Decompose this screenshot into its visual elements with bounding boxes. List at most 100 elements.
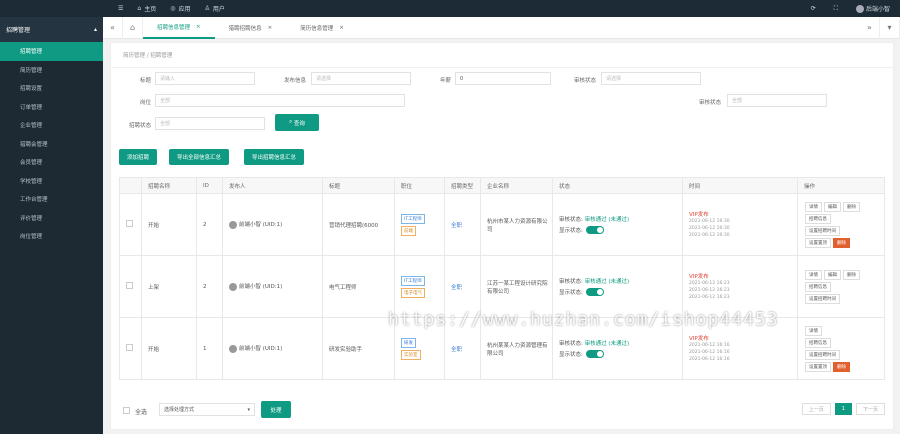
tag: 实验室 (401, 349, 421, 360)
set-time-button[interactable]: 设置招聘时间 (805, 293, 840, 304)
col-name: 招聘名称 (141, 177, 197, 194)
select-all-checkbox[interactable] (123, 407, 130, 414)
home-icon: ⌂ (137, 5, 142, 12)
col-check (119, 177, 142, 194)
cell-title: 电气工程师 (322, 255, 395, 318)
cell-type: 全职 (444, 193, 481, 256)
recruit-info-button[interactable]: 招聘信息 (805, 337, 831, 348)
col-time: 时间 (682, 177, 798, 194)
fullscreen-icon[interactable]: ⛶ (834, 5, 838, 13)
sidebar-item-school[interactable]: 学校管理 (0, 172, 103, 191)
chevron-down-icon: ▾ (247, 406, 250, 413)
cell-status: 审核状态: 审核通过 (未通过) 显示状态: (552, 193, 683, 256)
label-status: 审核状态 (573, 78, 596, 84)
col-status: 状态 (552, 177, 683, 194)
tab-recruit-info[interactable]: 招聘信息管理 × (143, 17, 215, 39)
search-form: 标题 请输入 发布信息 请选择 年薪 0 审核状态 请选择 岗位 全部 审核状态… (111, 68, 893, 148)
tabs-menu-icon[interactable]: ▾ (880, 16, 900, 39)
label-recruiter: 发布信息 (283, 78, 306, 84)
col-publisher: 发布人 (222, 177, 323, 194)
add-recruit-button[interactable]: 添加招聘 (119, 149, 158, 165)
sidebar-item-reviews[interactable]: 评价管理 (0, 209, 103, 228)
detail-button[interactable]: 详情 (805, 201, 822, 212)
sidebar-item-members[interactable]: 会员管理 (0, 153, 103, 172)
review-select[interactable]: 全部 (727, 94, 827, 107)
edit-button[interactable]: 编辑 (824, 269, 841, 280)
cell-ops: 详情 招聘信息 设置招聘时间 设置置顶 删除 (797, 317, 885, 380)
title-input[interactable]: 请输入 (155, 72, 255, 85)
close-icon[interactable]: × (268, 25, 273, 31)
cell-publisher: 前端小智 (UID:1) (222, 255, 323, 318)
tab-headhunt-info[interactable]: 猎聘招聘信息 × (215, 17, 287, 39)
recruit-info-button[interactable]: 招聘信息 (805, 213, 831, 224)
row-checkbox[interactable] (126, 282, 133, 289)
cell-title: 研发实验助手 (322, 317, 395, 380)
remove-button[interactable]: 删除 (833, 361, 850, 372)
delete-button[interactable]: 删除 (843, 201, 860, 212)
search-button[interactable]: ⌕ 查询 (275, 114, 319, 131)
col-position: 职位 (394, 177, 445, 194)
cell-name: 上架 (141, 255, 197, 318)
next-page-button[interactable]: 下一页 (855, 403, 885, 415)
cell-id: 2 (196, 255, 223, 318)
page-1-button[interactable]: 1 (834, 403, 852, 415)
batch-select[interactable]: 选择处理方式 ▾ (159, 403, 255, 416)
close-icon[interactable]: × (339, 25, 344, 31)
detail-button[interactable]: 详情 (805, 269, 822, 280)
recruiter-input[interactable]: 请选择 (311, 72, 411, 85)
export-recruit-button[interactable]: 导出招聘信息汇总 (244, 149, 305, 165)
recruit-status-select[interactable]: 全部 (155, 117, 265, 130)
top-nav-home[interactable]: ⌂ 主页 (137, 4, 156, 13)
sidebar-item-fair[interactable]: 猎聘会管理 (0, 135, 103, 154)
sidebar-item-company[interactable]: 企业管理 (0, 116, 103, 135)
refresh-icon[interactable]: ⟳ (811, 5, 816, 12)
avatar (855, 5, 864, 14)
label-title: 标题 (139, 78, 151, 84)
remove-button[interactable]: 删除 (833, 237, 850, 248)
col-company: 企业名称 (480, 177, 553, 194)
row-checkbox[interactable] (126, 344, 133, 351)
batch-confirm-button[interactable]: 处理 (261, 401, 291, 418)
status-select[interactable]: 请选择 (601, 72, 701, 85)
show-toggle[interactable] (585, 288, 604, 297)
sidebar-item-resume[interactable]: 简历管理 (0, 61, 103, 80)
row-checkbox[interactable] (126, 220, 133, 227)
set-top-button[interactable]: 设置置顶 (805, 361, 831, 372)
col-ops: 操作 (797, 177, 885, 194)
cell-id: 2 (196, 193, 223, 256)
menu-toggle-icon[interactable]: ☰ (118, 5, 123, 12)
set-top-button[interactable]: 设置置顶 (805, 237, 831, 248)
sidebar: 招聘管理 ▴ 招聘管理 简历管理 招聘设置 订单管理 企业管理 猎聘会管理 会员… (0, 17, 103, 434)
delete-button[interactable]: 删除 (843, 269, 860, 280)
export-all-button[interactable]: 导出全部信息汇总 (169, 149, 230, 165)
show-toggle[interactable] (585, 350, 604, 359)
cell-time: VIP发布 2021-06-12 16:30 2021-06-12 16:30 … (682, 193, 798, 256)
salary-input[interactable]: 0 (455, 72, 551, 85)
edit-button[interactable]: 编辑 (824, 201, 841, 212)
prev-page-button[interactable]: 上一页 (801, 403, 831, 415)
sidebar-item-settings[interactable]: 招聘设置 (0, 79, 103, 98)
detail-button[interactable]: 详情 (805, 325, 822, 336)
show-toggle[interactable] (585, 226, 604, 235)
top-nav-apps[interactable]: ◎ 应用 (170, 4, 190, 13)
user-menu[interactable]: 后端小智 (855, 4, 890, 14)
sidebar-item-recruit[interactable]: 招聘管理 (0, 42, 103, 61)
tabs-next-icon[interactable]: » (860, 16, 880, 39)
sidebar-item-orders[interactable]: 订单管理 (0, 98, 103, 117)
top-nav-users[interactable]: ♙ 用户 (204, 4, 224, 13)
recruit-info-button[interactable]: 招聘信息 (805, 281, 831, 292)
home-tab-icon[interactable]: ⌂ (123, 16, 143, 39)
tag: IT工程师 (401, 275, 425, 286)
logo (0, 0, 103, 17)
sidebar-section-header[interactable]: 招聘管理 ▴ (0, 17, 103, 42)
close-icon[interactable]: × (196, 24, 201, 30)
tabs-prev-icon[interactable]: « (103, 16, 123, 39)
label-salary: 年薪 (439, 78, 451, 84)
set-time-button[interactable]: 设置招聘时间 (805, 349, 840, 360)
tab-resume-info[interactable]: 简历信息管理 × (286, 17, 358, 39)
select-all-label: 全选 (135, 409, 148, 416)
sidebar-item-positions[interactable]: 岗位管理 (0, 227, 103, 246)
set-time-button[interactable]: 设置招聘时间 (805, 225, 840, 236)
position-select[interactable]: 全部 (155, 94, 405, 107)
sidebar-item-workbench[interactable]: 工作台管理 (0, 190, 103, 209)
